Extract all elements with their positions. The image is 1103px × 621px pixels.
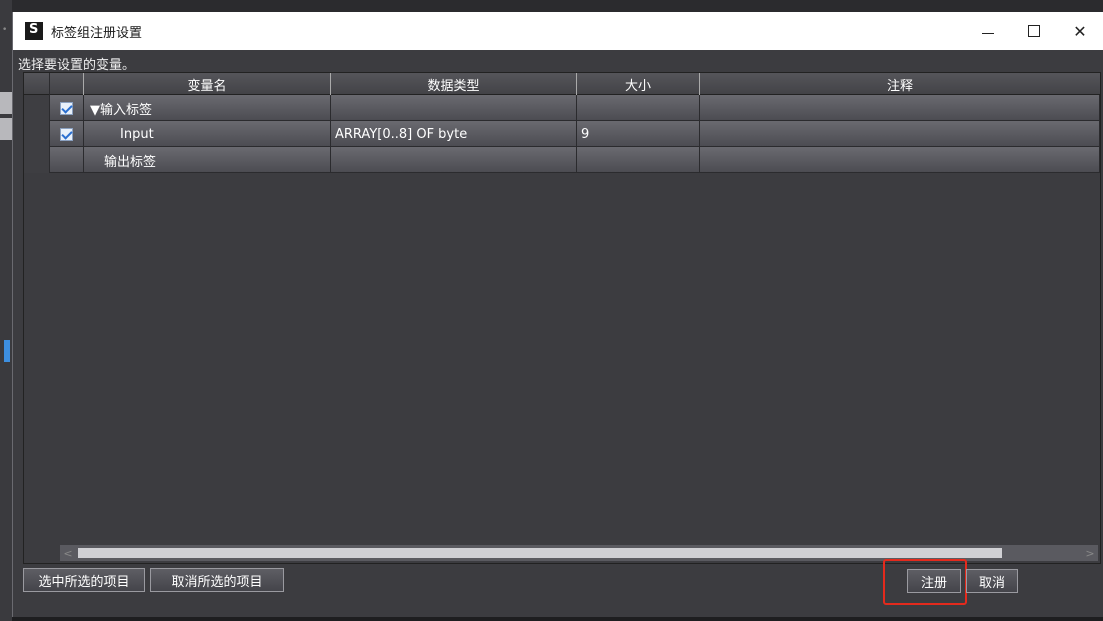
header-check-column — [50, 73, 84, 95]
minimize-button[interactable] — [965, 12, 1011, 50]
comment-cell[interactable] — [700, 121, 1100, 147]
select-all-button[interactable]: 选中所选的项目 — [23, 568, 145, 592]
data-type-cell — [331, 95, 577, 121]
comment-cell[interactable] — [700, 147, 1100, 173]
row-header-cell — [24, 95, 50, 121]
window-controls: ✕ — [965, 12, 1103, 50]
header-variable-name[interactable]: 变量名 — [84, 73, 331, 95]
header-corner — [24, 73, 50, 95]
maximize-button[interactable] — [1011, 12, 1057, 50]
background-app-strip: • — [0, 0, 12, 621]
pin-icon: • — [2, 25, 8, 35]
row-checkbox[interactable] — [60, 127, 73, 141]
header-data-type[interactable]: 数据类型 — [331, 73, 577, 95]
header-size[interactable]: 大小 — [577, 73, 700, 95]
maximize-icon — [1028, 25, 1040, 37]
row-check-cell — [50, 121, 84, 147]
data-type-cell — [331, 147, 577, 173]
scroll-right-icon[interactable]: > — [1082, 545, 1098, 561]
minimize-icon — [982, 32, 994, 34]
row-check-cell — [50, 95, 84, 121]
close-button[interactable]: ✕ — [1057, 12, 1103, 50]
table-row[interactable]: ▼输入标签 — [24, 95, 1100, 121]
size-cell: 9 — [577, 121, 700, 147]
scrollbar-thumb[interactable] — [78, 548, 1002, 558]
app-icon — [25, 22, 43, 40]
row-check-cell — [50, 147, 84, 173]
deselect-all-button[interactable]: 取消所选的项目 — [150, 568, 284, 592]
background-tab — [0, 118, 12, 140]
cancel-button[interactable]: 取消 — [966, 569, 1018, 593]
data-type-cell: ARRAY[0..8] OF byte — [331, 121, 577, 147]
scroll-left-icon[interactable]: < — [60, 545, 76, 561]
variable-name-cell[interactable]: Input — [84, 121, 331, 147]
close-icon: ✕ — [1073, 21, 1087, 41]
size-cell — [577, 147, 700, 173]
variable-name-cell[interactable]: 输出标签 — [84, 147, 331, 173]
window-title: 标签组注册设置 — [51, 25, 143, 41]
instruction-text: 选择要设置的变量。 — [18, 58, 136, 73]
background-tab — [0, 92, 12, 114]
row-header-cell — [24, 147, 50, 173]
title-bar: 标签组注册设置 ✕ — [13, 12, 1103, 50]
comment-cell[interactable] — [700, 95, 1100, 121]
variable-name-cell[interactable]: ▼输入标签 — [84, 95, 331, 121]
register-button[interactable]: 注册 — [907, 569, 961, 593]
variable-table: 变量名 数据类型 大小 注释 ▼输入标签 Input ARRAY[0..8] O… — [23, 72, 1101, 564]
table-header: 变量名 数据类型 大小 注释 — [24, 73, 1100, 95]
header-comment[interactable]: 注释 — [700, 73, 1100, 95]
table-body: ▼输入标签 Input ARRAY[0..8] OF byte 9 输出标签 — [24, 95, 1100, 173]
tag-group-register-dialog: 标签组注册设置 ✕ 选择要设置的变量。 变量名 数据类型 大小 注释 ▼输入标签 — [12, 12, 1103, 621]
table-row[interactable]: Input ARRAY[0..8] OF byte 9 — [24, 121, 1100, 147]
background-taskbar-strip — [12, 617, 1103, 621]
size-cell — [577, 95, 700, 121]
row-checkbox[interactable] — [60, 101, 73, 115]
table-row[interactable]: 输出标签 — [24, 147, 1100, 173]
row-header-cell — [24, 121, 50, 147]
background-selection-marker — [4, 340, 10, 362]
